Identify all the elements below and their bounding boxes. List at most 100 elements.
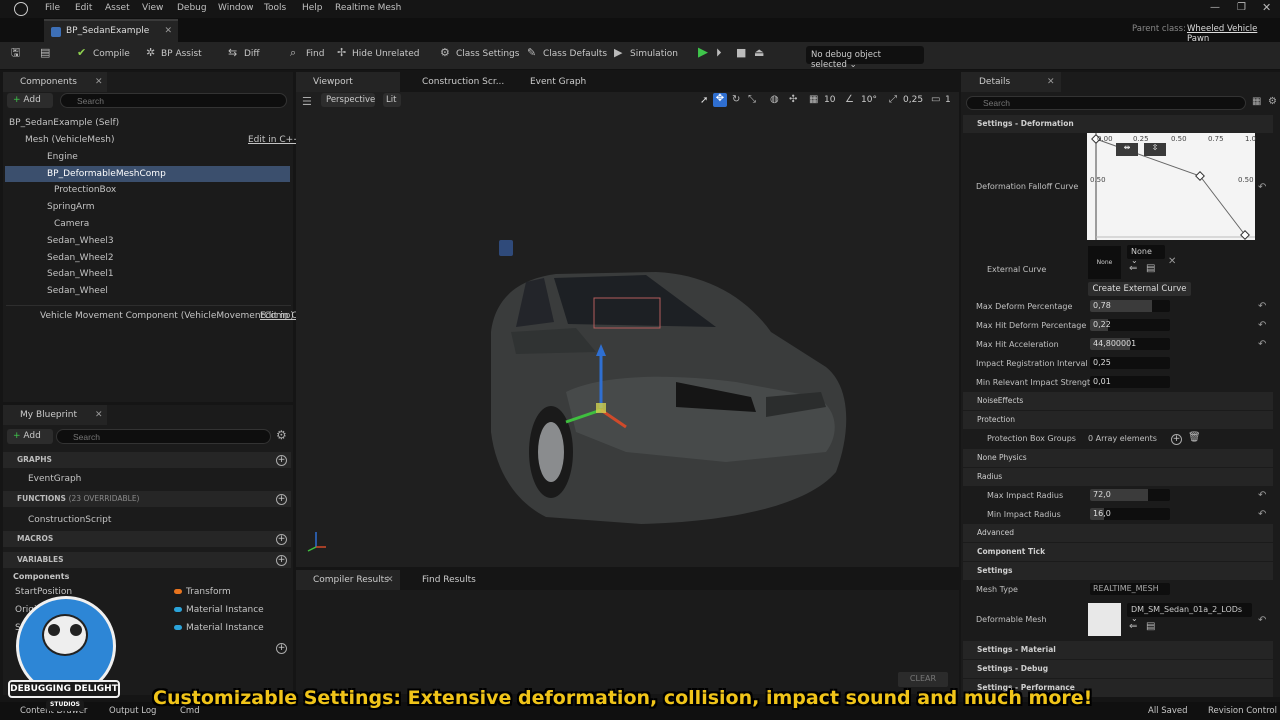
find-icon[interactable]: ⌕ xyxy=(290,47,302,59)
graphs-section[interactable]: GRAPHS xyxy=(3,452,291,468)
stop-icon[interactable]: ■ xyxy=(736,47,748,59)
compile-icon[interactable]: ✔ xyxy=(77,47,89,59)
close-icon[interactable]: ✕ xyxy=(386,575,394,585)
simulation-icon[interactable]: ▶ xyxy=(614,47,626,59)
revision-control-status[interactable]: Revision Control xyxy=(1208,706,1277,716)
max-hit-acceleration-field[interactable]: 44,800001 xyxy=(1090,338,1170,350)
max-hit-deform-percentage-field[interactable]: 0,22 xyxy=(1090,319,1170,331)
none-physics-section[interactable]: None Physics xyxy=(963,449,1273,467)
close-icon[interactable]: ✕ xyxy=(95,410,103,420)
add-blueprint-item-button[interactable]: + Add xyxy=(7,429,53,444)
min-impact-radius-field[interactable]: 16,0 xyxy=(1090,508,1170,520)
menu-window[interactable]: Window xyxy=(218,3,254,13)
settings-gear-icon[interactable]: ⚙ xyxy=(1268,96,1277,107)
component-engine[interactable]: Engine xyxy=(47,152,78,162)
menu-edit[interactable]: Edit xyxy=(75,3,92,13)
menu-debug[interactable]: Debug xyxy=(177,3,207,13)
close-icon[interactable]: ✕ xyxy=(1047,77,1055,87)
edit-in-c-link[interactable]: Edit in C xyxy=(260,311,298,321)
class-settings-button[interactable]: Class Settings xyxy=(456,49,519,59)
external-curve-select[interactable]: None ⌄ xyxy=(1127,245,1165,265)
tab-construction-script[interactable]: Construction Scr... xyxy=(408,72,508,92)
unreal-logo-icon[interactable] xyxy=(14,2,28,16)
tab-components[interactable]: Components ✕ xyxy=(3,72,107,92)
min-relevant-impact-strength-field[interactable]: 0,01 xyxy=(1090,376,1170,388)
diff-button[interactable]: Diff xyxy=(244,49,260,59)
reset-icon[interactable]: ↶ xyxy=(1258,301,1266,312)
menu-view[interactable]: View xyxy=(142,3,163,13)
reset-icon[interactable]: ↶ xyxy=(1258,490,1266,501)
clear-button[interactable]: CLEAR xyxy=(898,672,948,687)
advanced-section[interactable]: Advanced xyxy=(963,524,1273,542)
hide-unrelated-icon[interactable]: ✢ xyxy=(337,47,349,59)
add-function-icon[interactable]: + xyxy=(276,494,287,505)
bp-assist-button[interactable]: BP Assist xyxy=(161,49,202,59)
blueprint-search-input[interactable] xyxy=(56,429,271,444)
mesh-type-select[interactable]: REALTIME_MESH xyxy=(1090,583,1170,595)
component-tick-section[interactable]: Component Tick xyxy=(963,543,1273,561)
simulation-button[interactable]: Simulation xyxy=(630,49,678,59)
external-curve-thumbnail[interactable]: None xyxy=(1088,246,1121,279)
create-external-curve-button[interactable]: Create External Curve xyxy=(1088,282,1191,296)
tab-bp-sedanexample[interactable]: BP_SedanExample ✕ xyxy=(44,19,178,42)
browse-icon[interactable]: ▤ xyxy=(40,47,52,59)
step-icon[interactable]: ⏵ xyxy=(716,47,728,59)
deformable-mesh-thumbnail[interactable] xyxy=(1088,603,1121,636)
find-button[interactable]: Find xyxy=(306,49,324,59)
settings-section[interactable]: Settings xyxy=(963,562,1273,580)
table-view-icon[interactable]: ▦ xyxy=(1252,96,1261,107)
settings-deformation-section[interactable]: Settings - Deformation xyxy=(963,115,1273,133)
tab-viewport[interactable]: Viewport xyxy=(296,72,400,92)
maximize-icon[interactable]: ❐ xyxy=(1237,2,1246,13)
menu-realtime-mesh[interactable]: Realtime Mesh xyxy=(335,3,401,13)
deformable-mesh-select[interactable]: DM_SM_Sedan_01a_2_LODs ⌄ xyxy=(1127,603,1252,623)
component-wheel2[interactable]: Sedan_Wheel2 xyxy=(47,253,114,263)
components-search-input[interactable] xyxy=(60,93,287,108)
save-icon[interactable]: 🖫 xyxy=(11,47,23,59)
component-spring-arm[interactable]: SpringArm xyxy=(47,202,95,212)
fit-horizontal-icon[interactable]: ⇹ xyxy=(1116,143,1138,156)
tab-details[interactable]: Details ✕ xyxy=(961,72,1061,92)
add-component-button[interactable]: + Add xyxy=(7,93,53,108)
class-settings-icon[interactable]: ⚙ xyxy=(440,47,452,59)
functions-section[interactable]: FUNCTIONS (23 OVERRIDABLE) xyxy=(3,491,291,507)
add-variable-icon[interactable]: + xyxy=(276,555,287,566)
tab-compiler-results[interactable]: Compiler Results ✕ xyxy=(296,570,400,590)
bp-assist-icon[interactable]: ✲ xyxy=(146,47,158,59)
settings-debug-section[interactable]: Settings - Debug xyxy=(963,660,1273,678)
component-vehicle-movement[interactable]: Vehicle Movement Component (VehicleMovem… xyxy=(40,311,294,321)
compile-button[interactable]: Compile xyxy=(93,49,130,59)
all-saved-status[interactable]: All Saved xyxy=(1148,706,1188,716)
protection-section[interactable]: Protection xyxy=(963,411,1273,429)
add-dispatcher-icon[interactable]: + xyxy=(276,643,287,654)
trash-icon[interactable]: 🗑 xyxy=(1188,432,1201,443)
gear-icon[interactable]: ⚙ xyxy=(276,428,287,442)
debug-object-select[interactable]: No debug object selected ⌄ xyxy=(806,46,924,70)
max-impact-radius-field[interactable]: 72,0 xyxy=(1090,489,1170,501)
component-self[interactable]: BP_SedanExample (Self) xyxy=(9,118,119,128)
diff-icon[interactable]: ⇆ xyxy=(228,47,240,59)
browse-asset-icon[interactable]: ▤ xyxy=(1146,263,1155,274)
menu-asset[interactable]: Asset xyxy=(105,3,130,13)
component-wheel[interactable]: Sedan_Wheel xyxy=(47,286,108,296)
menu-tools[interactable]: Tools xyxy=(264,3,286,13)
noise-effects-section[interactable]: NoiseEffects xyxy=(963,392,1273,410)
radius-section[interactable]: Radius xyxy=(963,468,1273,486)
tab-find-results[interactable]: Find Results xyxy=(406,570,496,590)
use-selected-icon[interactable]: ⇐ xyxy=(1129,263,1137,274)
add-macro-icon[interactable]: + xyxy=(276,534,287,545)
components-category[interactable]: Components xyxy=(13,572,69,581)
hide-unrelated-button[interactable]: Hide Unrelated xyxy=(352,49,420,59)
class-defaults-icon[interactable]: ✎ xyxy=(527,47,539,59)
reset-icon[interactable]: ↶ xyxy=(1258,509,1266,520)
reset-icon[interactable]: ↶ xyxy=(1258,320,1266,331)
clear-curve-icon[interactable]: ✕ xyxy=(1168,256,1176,267)
use-selected-icon[interactable]: ⇐ xyxy=(1129,621,1137,632)
tab-close-icon[interactable]: ✕ xyxy=(164,26,172,36)
macros-section[interactable]: MACROS xyxy=(3,531,291,547)
component-wheel3[interactable]: Sedan_Wheel3 xyxy=(47,236,114,246)
close-icon[interactable]: ✕ xyxy=(1262,1,1271,14)
component-protection-box[interactable]: ProtectionBox xyxy=(54,185,116,195)
menu-help[interactable]: Help xyxy=(302,3,323,13)
minimize-icon[interactable]: — xyxy=(1210,2,1220,13)
